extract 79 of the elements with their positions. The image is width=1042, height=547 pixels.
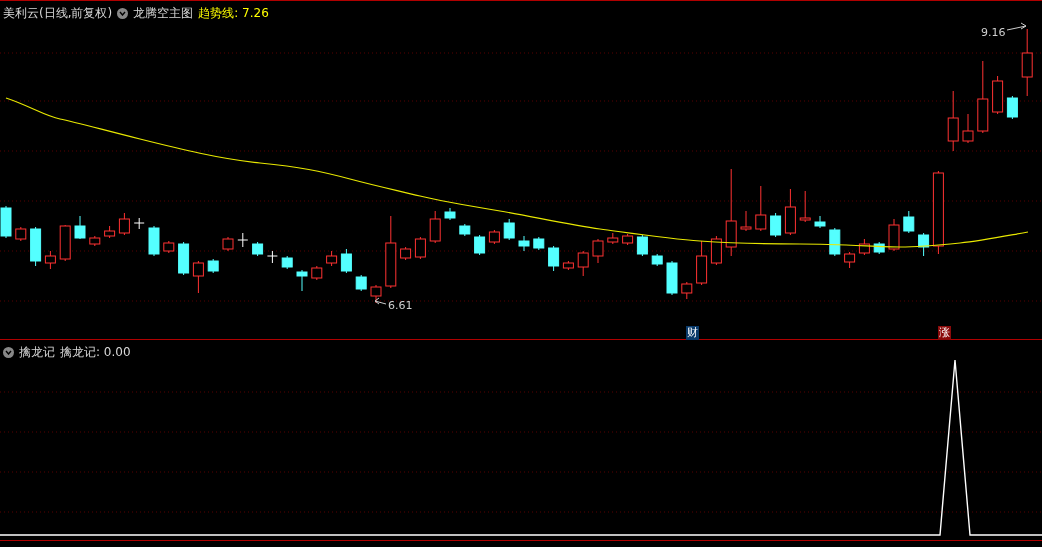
candlestick <box>1021 28 1033 97</box>
candlestick <box>918 232 930 257</box>
high-arrow-icon <box>1006 22 1027 31</box>
candlestick <box>829 227 841 257</box>
candlestick <box>666 260 678 296</box>
candlestick <box>947 90 959 152</box>
candlestick <box>340 248 352 274</box>
candlestick <box>784 188 796 236</box>
candlestick <box>44 250 56 270</box>
candlestick <box>192 260 204 294</box>
candlestick <box>400 246 412 261</box>
candlestick <box>770 212 782 238</box>
event-marker[interactable]: 财 <box>686 326 699 340</box>
candlestick <box>178 241 190 276</box>
candlestick <box>562 260 574 271</box>
indicator-name: 擒龙记 <box>19 344 55 361</box>
candlestick <box>15 226 27 242</box>
candlestick <box>326 250 338 267</box>
candlestick <box>844 251 856 269</box>
candlestick <box>696 240 708 286</box>
candlestick <box>992 75 1004 115</box>
candlestick <box>281 255 293 270</box>
candlestick <box>429 210 441 244</box>
candlestick <box>636 234 648 257</box>
candlestick <box>0 205 12 239</box>
candlestick <box>962 113 974 144</box>
candlestick <box>444 207 456 221</box>
candlestick <box>74 215 86 240</box>
candlestick <box>104 225 116 239</box>
candlestick <box>118 212 130 236</box>
candlestick <box>148 225 160 257</box>
candlestick <box>740 210 752 232</box>
security-title: 美利云(日线,前复权) <box>3 5 113 22</box>
candlestick <box>266 250 278 264</box>
candlestick <box>622 233 634 246</box>
candlestick <box>888 218 900 252</box>
candlestick <box>503 218 515 241</box>
indicator-name: 龙腾空主图 <box>133 5 194 22</box>
event-marker[interactable]: 涨 <box>938 326 951 340</box>
candlestick <box>533 236 545 251</box>
candlestick <box>370 284 382 304</box>
candlestick <box>1006 95 1018 120</box>
candlestick <box>488 229 500 245</box>
candlestick <box>710 235 722 266</box>
candlestick <box>873 241 885 255</box>
candlestick <box>799 190 811 223</box>
candlestick <box>163 240 175 254</box>
candlestick <box>30 226 42 267</box>
candlestick <box>518 235 530 252</box>
candlestick <box>311 265 323 281</box>
candlestick <box>755 185 767 232</box>
dropdown-icon[interactable] <box>3 347 14 358</box>
candlestick <box>607 232 619 245</box>
candlestick <box>296 269 308 292</box>
low-price-label: 6.61 <box>388 299 413 312</box>
candlestick <box>592 238 604 264</box>
candlestick <box>577 250 589 277</box>
candlestick <box>858 238 870 256</box>
candlestick <box>237 232 249 248</box>
candlestick <box>903 210 915 234</box>
indicator-value: 擒龙记: 0.00 <box>60 344 131 361</box>
dropdown-icon[interactable] <box>117 8 129 19</box>
candlestick <box>459 223 471 237</box>
candlestick <box>59 224 71 262</box>
candlestick <box>814 215 826 229</box>
candlestick <box>133 217 145 230</box>
candlestick <box>681 281 693 300</box>
high-price-label: 9.16 <box>981 26 1006 39</box>
candlestick <box>414 236 426 260</box>
low-arrow-icon <box>374 297 387 305</box>
candlestick <box>548 245 560 272</box>
candlestick <box>252 241 264 257</box>
trend-line-value: 趋势线: 7.26 <box>198 5 269 22</box>
candlestick <box>207 258 219 274</box>
candlestick <box>222 236 234 252</box>
candlestick <box>651 253 663 267</box>
candlestick <box>89 235 101 247</box>
candlestick <box>474 234 486 256</box>
candlestick <box>355 274 367 292</box>
